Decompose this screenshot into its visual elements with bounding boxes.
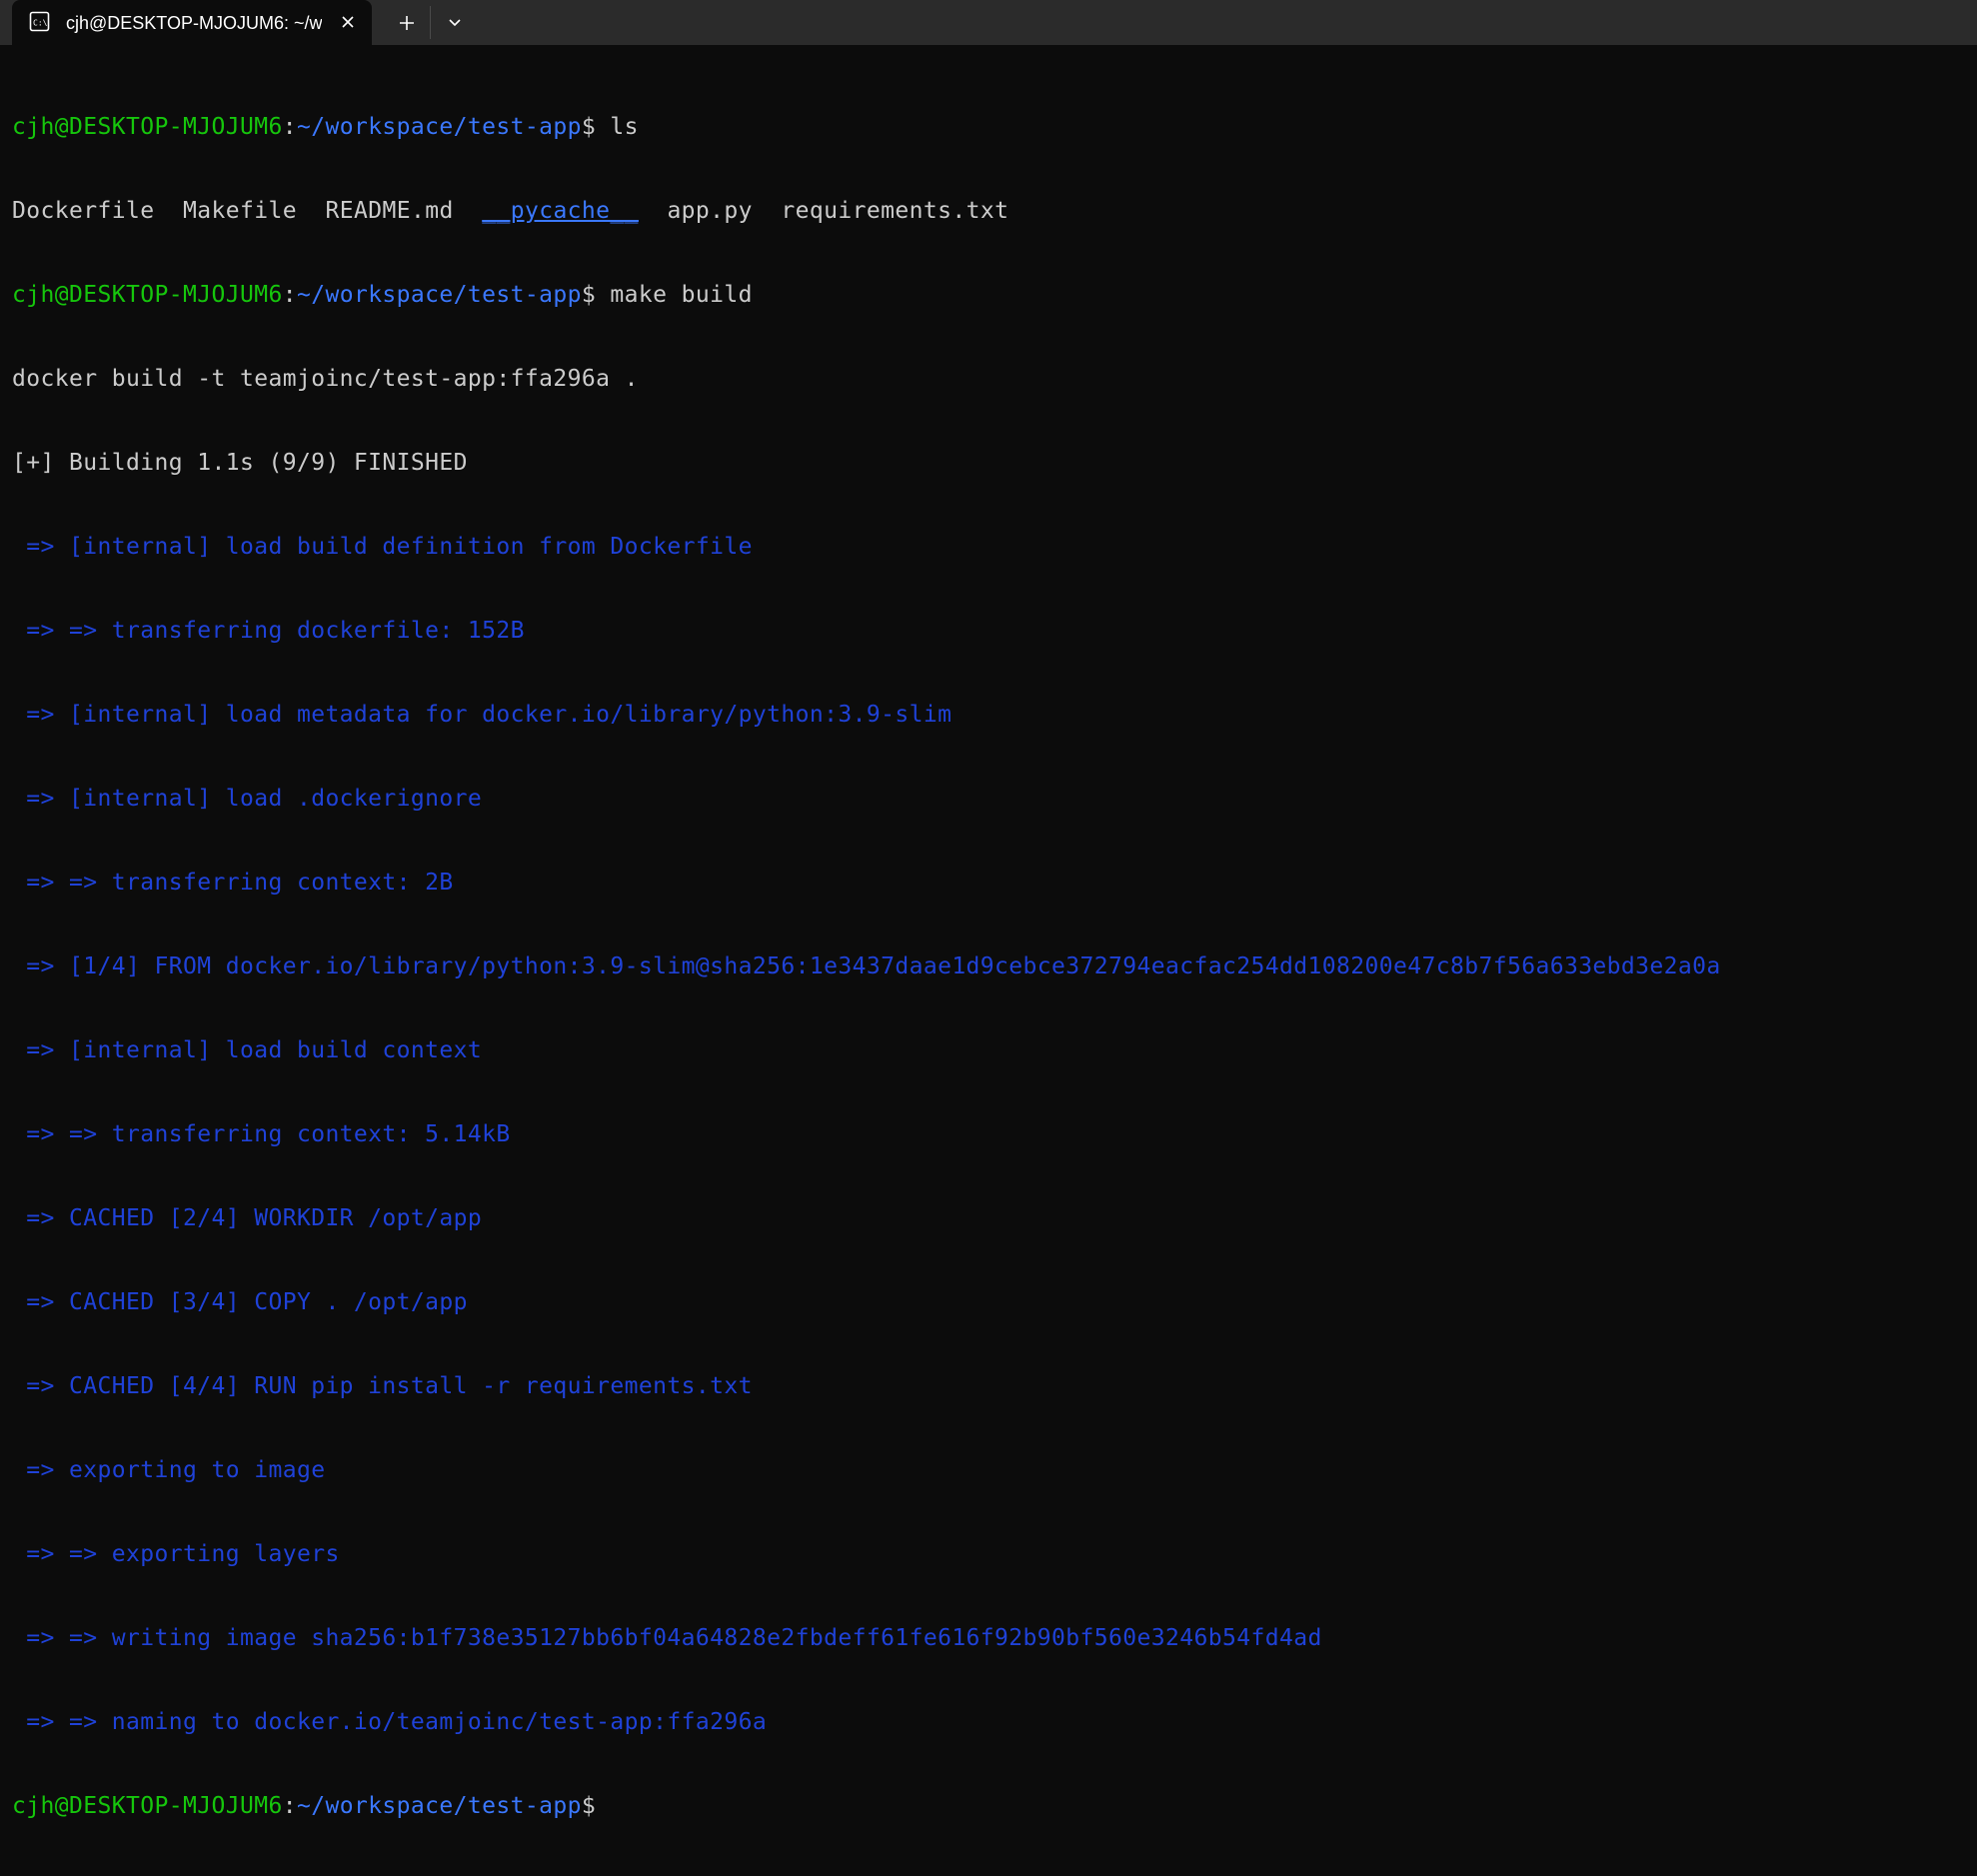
prompt-colon: : (282, 282, 297, 308)
output-line: [+] Building 1.1s (9/9) FINISHED (12, 450, 468, 476)
prompt-user-host: cjh@DESKTOP-MJOJUM6 (12, 282, 283, 308)
prompt-user-host: cjh@DESKTOP-MJOJUM6 (12, 1793, 283, 1819)
build-step-line: => => transferring dockerfile: 152B (12, 618, 525, 644)
build-step-line: => exporting to image (12, 1457, 326, 1483)
terminal-icon: C:\ (29, 11, 50, 32)
tab-separator (430, 6, 431, 39)
file-entry: app.py (667, 198, 753, 224)
build-step-line: => [internal] load metadata for docker.i… (12, 702, 953, 728)
build-step-line: => [internal] load build context (12, 1037, 483, 1063)
ls-output-line: Dockerfile Makefile README.md __pycache_… (12, 197, 1721, 225)
title-bar: C:\ cjh@DESKTOP-MJOJUM6: ~/w (0, 0, 1977, 45)
prompt-symbol: $ (581, 282, 597, 308)
svg-text:C:\: C:\ (33, 19, 48, 28)
prompt-user-host: cjh@DESKTOP-MJOJUM6 (12, 114, 283, 140)
file-entry: Makefile (182, 198, 297, 224)
close-icon[interactable] (336, 10, 360, 34)
build-step-line: => [internal] load .dockerignore (12, 786, 483, 812)
build-step-line: => [1/4] FROM docker.io/library/python:3… (12, 953, 1721, 979)
build-step-line: => => transferring context: 2B (12, 870, 454, 896)
prompt-path: ~/workspace/test-app (296, 114, 582, 140)
terminal-tab[interactable]: C:\ cjh@DESKTOP-MJOJUM6: ~/w (12, 0, 372, 45)
build-step-line: => CACHED [2/4] WORKDIR /opt/app (12, 1205, 483, 1231)
chevron-down-icon[interactable] (440, 8, 470, 38)
file-entry: README.md (325, 198, 454, 224)
prompt-colon: : (282, 114, 297, 140)
build-step-line: => => writing image sha256:b1f738e35127b… (12, 1625, 1322, 1651)
prompt-path: ~/workspace/test-app (296, 1793, 582, 1819)
file-entry: Dockerfile (12, 198, 155, 224)
build-step-line: => => exporting layers (12, 1541, 340, 1567)
prompt-symbol: $ (581, 1793, 597, 1819)
command-text: make build (596, 282, 753, 308)
build-step-line: => => naming to docker.io/teamjoinc/test… (12, 1709, 768, 1735)
plus-icon[interactable] (392, 8, 422, 38)
prompt-line: cjh@DESKTOP-MJOJUM6:~/workspace/test-app… (12, 281, 1721, 309)
prompt-colon: : (282, 1793, 297, 1819)
build-step-line: => CACHED [4/4] RUN pip install -r requi… (12, 1373, 753, 1399)
prompt-line: cjh@DESKTOP-MJOJUM6:~/workspace/test-app… (12, 113, 1721, 141)
prompt-path: ~/workspace/test-app (296, 282, 582, 308)
file-entry: requirements.txt (781, 198, 1009, 224)
build-step-line: => CACHED [3/4] COPY . /opt/app (12, 1289, 468, 1315)
command-text: ls (596, 114, 639, 140)
tab-title: cjh@DESKTOP-MJOJUM6: ~/w (66, 13, 322, 33)
output-line: docker build -t teamjoinc/test-app:ffa29… (12, 366, 639, 392)
prompt-line: cjh@DESKTOP-MJOJUM6:~/workspace/test-app… (12, 1792, 1721, 1820)
terminal-output: cjh@DESKTOP-MJOJUM6:~/workspace/test-app… (12, 57, 1721, 1876)
terminal-pane[interactable]: cjh@DESKTOP-MJOJUM6:~/workspace/test-app… (0, 45, 1977, 1819)
directory-entry: __pycache__ (482, 198, 639, 224)
build-step-line: => => transferring context: 5.14kB (12, 1121, 511, 1147)
build-step-line: => [internal] load build definition from… (12, 534, 753, 560)
prompt-symbol: $ (581, 114, 597, 140)
